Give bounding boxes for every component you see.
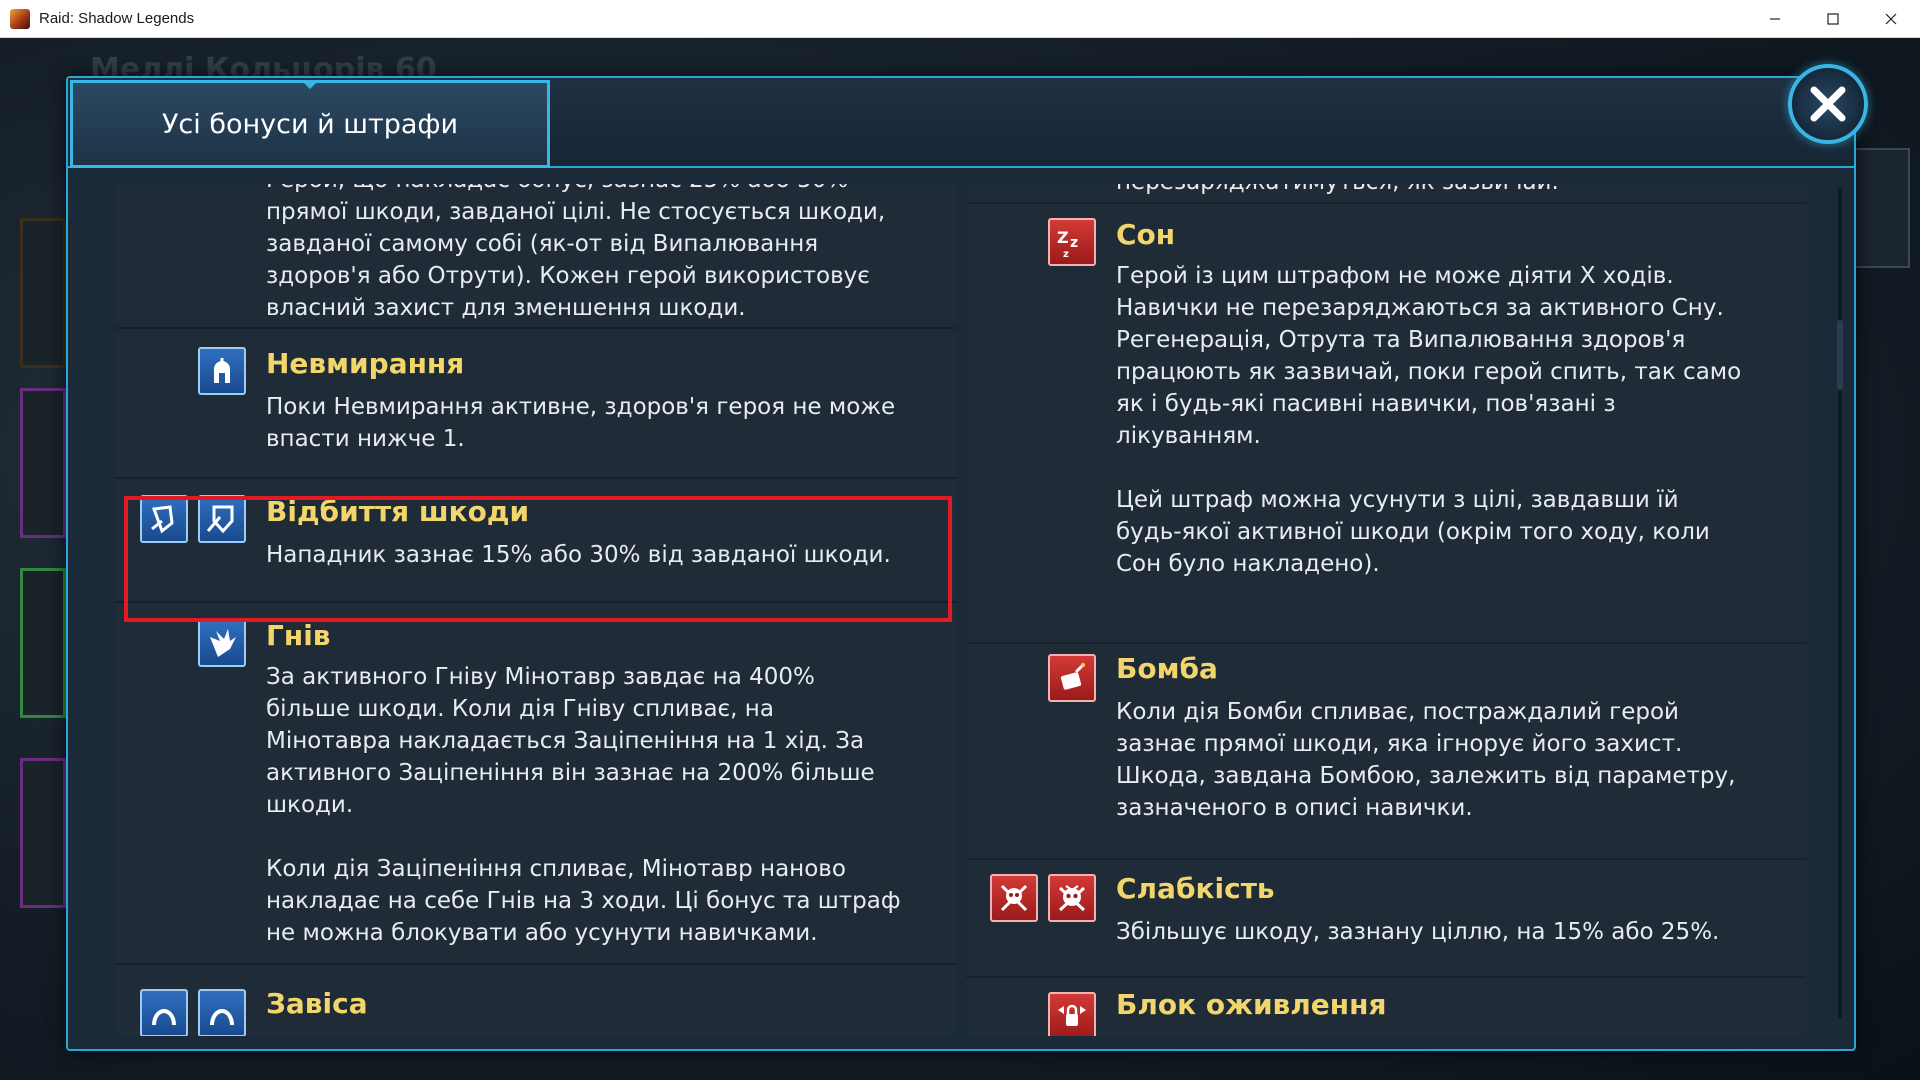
background-card (20, 568, 66, 718)
minimize-button[interactable] (1746, 0, 1804, 38)
effect-description: Коли дія Бомби спливає, постраждалий гер… (1116, 699, 1736, 821)
list-item: Zzz Сон Герой із цим штрафом не може дія… (966, 204, 1806, 644)
revive-block-icon (1048, 992, 1096, 1036)
list-item: Гнів За активного Гніву Мінотавр завдає … (116, 603, 956, 965)
tab-all-bonuses[interactable]: Усі бонуси й штрафи (70, 80, 550, 168)
effect-description: За активного Гніву Мінотавр завдає на 40… (266, 664, 901, 946)
effect-description: перезаряджатимуться, як зазвичай. (1116, 184, 1786, 198)
scrollbar-track[interactable] (1838, 188, 1842, 1018)
effect-description: Поки Невмирання активне, здоров'я героя … (266, 394, 896, 452)
highlight-box (124, 496, 952, 622)
close-icon (1810, 86, 1846, 122)
svg-text:z: z (1070, 235, 1078, 251)
bomb-icon (1048, 654, 1096, 702)
background-card (20, 758, 66, 908)
svg-text:Z: Z (1057, 228, 1069, 247)
list-item: Невмирання Поки Невмирання активне, здор… (116, 329, 956, 479)
window-title: Raid: Shadow Legends (39, 10, 195, 27)
effect-description: Герой із цим штрафом не може діяти X ход… (1116, 263, 1742, 577)
window-controls (1746, 0, 1920, 38)
effect-title: Невмирання (266, 347, 465, 380)
veil-icon (140, 989, 188, 1036)
effect-title: Бомба (1116, 652, 1218, 685)
list-item: Герой, що накладає бонус, зазнає 25% або… (116, 184, 956, 329)
window-titlebar: Raid: Shadow Legends (0, 0, 1920, 38)
dialog-header: Усі бонуси й штрафи (68, 78, 1854, 168)
effect-title: Завіса (266, 987, 368, 1020)
skull-crossbones-icon (990, 874, 1038, 922)
tab-label: Усі бонуси й штрафи (161, 108, 459, 140)
sleep-icon: Zzz (1048, 218, 1096, 266)
effect-title: Сон (1116, 218, 1176, 251)
list-item: Слабкість Збільшує шкоду, зазнану ціллю,… (966, 860, 1806, 978)
effects-list-right[interactable]: перезаряджатимуться, як зазвичай. Zzz Со… (966, 184, 1806, 1036)
effect-title: Слабкість (1116, 872, 1275, 905)
veil-large-icon (198, 989, 246, 1036)
effect-title: Блок оживлення (1116, 988, 1387, 1021)
background-card (20, 388, 66, 538)
app-icon (10, 8, 30, 29)
skull-crossbones-large-icon (1048, 874, 1096, 922)
helmet-icon (198, 347, 246, 395)
list-item: Блок оживлення (966, 978, 1806, 1036)
close-window-button[interactable] (1862, 0, 1920, 38)
maximize-button[interactable] (1804, 0, 1862, 38)
rage-icon (198, 619, 246, 667)
effect-title: Гнів (266, 619, 331, 652)
list-item: Бомба Коли дія Бомби спливає, постраждал… (966, 644, 1806, 860)
scrollbar-thumb[interactable] (1837, 320, 1843, 390)
close-dialog-button[interactable] (1788, 64, 1868, 144)
background-card (20, 218, 66, 368)
close-icon (1885, 13, 1897, 25)
svg-text:z: z (1063, 249, 1069, 259)
effect-description: Герой, що накладає бонус, зазнає 25% або… (266, 184, 886, 321)
list-item: Завіса (116, 965, 956, 1036)
maximize-icon (1827, 13, 1839, 25)
list-item: перезаряджатимуться, як зазвичай. (966, 184, 1806, 204)
minimize-icon (1770, 18, 1780, 20)
effect-description: Збільшує шкоду, зазнану ціллю, на 15% аб… (1116, 919, 1720, 945)
